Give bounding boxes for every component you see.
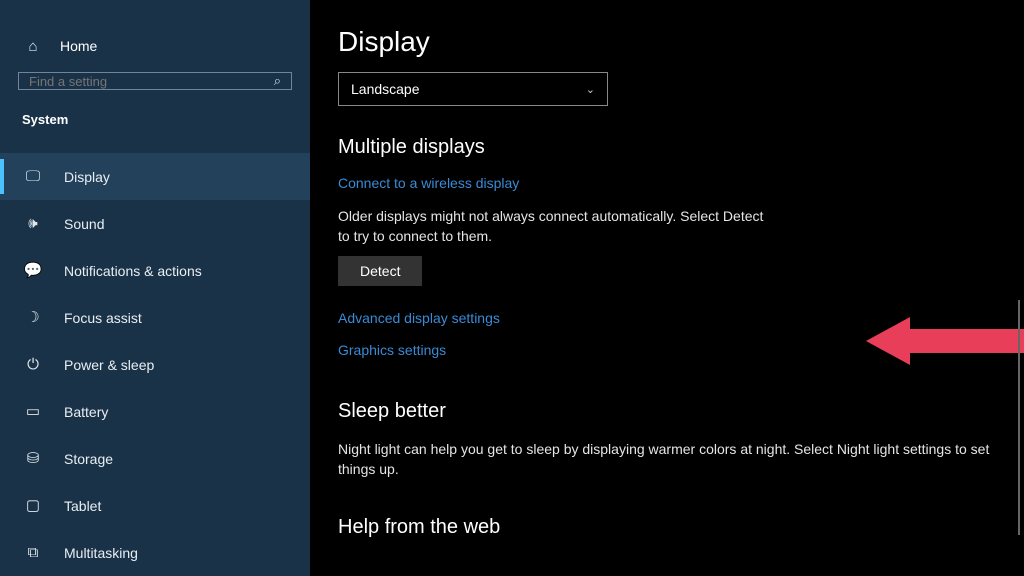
section-sleep-better-heading: Sleep better (338, 400, 1024, 423)
storage-icon: ⛁ (24, 451, 42, 466)
settings-window: ⌂ Home ⌕ System 🖵 Display 🕪 Sound 💬 Noti… (0, 0, 1024, 576)
notifications-icon: 💬 (24, 263, 42, 278)
connect-wireless-display-link[interactable]: Connect to a wireless display (338, 175, 1024, 191)
arrow-head-icon (866, 317, 910, 365)
sidebar-item-label: Tablet (64, 498, 101, 514)
multitasking-icon: ⧉ (24, 545, 42, 560)
scrollbar[interactable] (1018, 300, 1020, 535)
home-button[interactable]: ⌂ Home (0, 30, 310, 72)
sidebar-nav: 🖵 Display 🕪 Sound 💬 Notifications & acti… (0, 153, 310, 576)
home-icon: ⌂ (24, 39, 42, 54)
sidebar-item-label: Sound (64, 216, 104, 232)
sidebar-item-tablet[interactable]: ▢ Tablet (0, 482, 310, 529)
orientation-value: Landscape (351, 81, 420, 97)
sidebar-item-battery[interactable]: ▭ Battery (0, 388, 310, 435)
sidebar-item-label: Power & sleep (64, 357, 154, 373)
sidebar-item-focus-assist[interactable]: ☽ Focus assist (0, 294, 310, 341)
sidebar-category: System (0, 104, 310, 145)
power-icon: ⏻ (24, 357, 42, 372)
chevron-down-icon: ⌄ (586, 83, 595, 96)
orientation-select[interactable]: Landscape ⌄ (338, 72, 608, 106)
sidebar-item-label: Storage (64, 451, 113, 467)
main-content: Display Landscape ⌄ Multiple displays Co… (310, 0, 1024, 576)
sidebar-item-label: Display (64, 169, 110, 185)
page-title: Display (338, 26, 1024, 58)
display-icon: 🖵 (24, 169, 42, 184)
sidebar: ⌂ Home ⌕ System 🖵 Display 🕪 Sound 💬 Noti… (0, 0, 310, 576)
sidebar-item-power-sleep[interactable]: ⏻ Power & sleep (0, 341, 310, 388)
search-icon: ⌕ (274, 73, 281, 89)
sidebar-item-label: Focus assist (64, 310, 142, 326)
sidebar-item-label: Multitasking (64, 545, 138, 561)
detect-hint-text: Older displays might not always connect … (338, 207, 768, 246)
annotation-arrow (866, 317, 1024, 365)
section-multiple-displays-heading: Multiple displays (338, 136, 1024, 159)
sleep-better-body: Night light can help you get to sleep by… (338, 439, 998, 480)
sidebar-item-sound[interactable]: 🕪 Sound (0, 200, 310, 247)
sidebar-item-notifications[interactable]: 💬 Notifications & actions (0, 247, 310, 294)
sidebar-item-display[interactable]: 🖵 Display (0, 153, 310, 200)
sidebar-item-multitasking[interactable]: ⧉ Multitasking (0, 529, 310, 576)
battery-icon: ▭ (24, 404, 42, 419)
detect-button[interactable]: Detect (338, 256, 422, 286)
sound-icon: 🕪 (24, 216, 42, 231)
sidebar-item-label: Battery (64, 404, 108, 420)
search-box[interactable]: ⌕ (18, 72, 292, 90)
sidebar-item-storage[interactable]: ⛁ Storage (0, 435, 310, 482)
sidebar-item-label: Notifications & actions (64, 263, 202, 279)
search-input[interactable] (29, 74, 274, 89)
focus-assist-icon: ☽ (24, 310, 42, 325)
tablet-icon: ▢ (24, 498, 42, 513)
arrow-shaft (906, 329, 1024, 353)
section-help-heading: Help from the web (338, 516, 1024, 539)
home-label: Home (60, 38, 97, 54)
